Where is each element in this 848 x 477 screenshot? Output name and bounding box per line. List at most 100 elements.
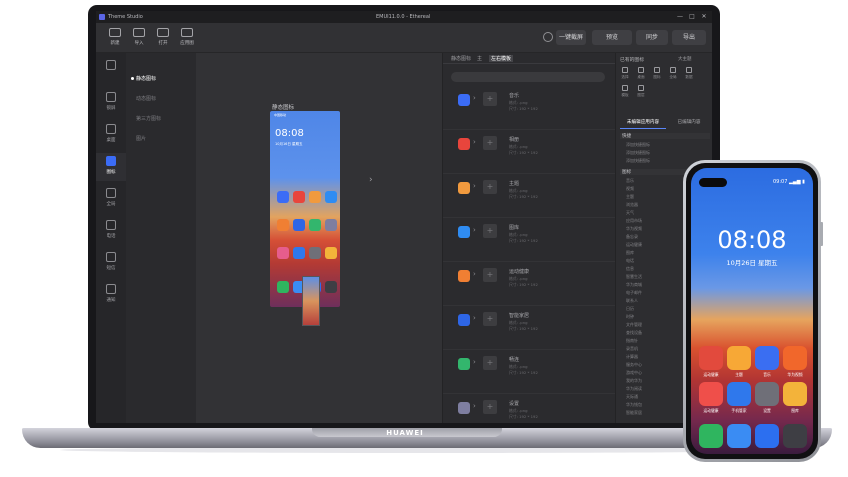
list-item[interactable]: 指南针 — [626, 338, 638, 344]
list-item[interactable]: 添加快捷图标 — [626, 150, 650, 156]
preview-dropdown[interactable]: 预览 — [592, 30, 632, 45]
props-tool[interactable]: 桌面 — [634, 67, 648, 83]
list-item[interactable]: 华为视频 — [626, 226, 642, 232]
props-tool[interactable]: 图标 — [650, 67, 664, 83]
tab-edited[interactable]: 已编辑内容 — [668, 117, 710, 129]
list-item[interactable]: 运动健康 — [626, 242, 642, 248]
list-item[interactable]: 图库 — [626, 250, 634, 256]
preview-app-icon[interactable] — [293, 191, 305, 203]
category-dynamic[interactable]: 动态图标 — [136, 95, 156, 102]
category-third-party[interactable]: 第三方图标 — [136, 115, 161, 122]
list-item[interactable]: 电子邮件 — [626, 290, 642, 296]
list-item[interactable]: 查找设备 — [626, 330, 642, 336]
screenshot-button[interactable]: 一键截屏 — [556, 30, 586, 45]
list-item[interactable]: 电话 — [626, 258, 634, 264]
props-tool[interactable]: 模板 — [618, 85, 632, 101]
rail-item-notify[interactable]: 通知 — [96, 281, 126, 309]
list-item[interactable]: 华为商城 — [626, 282, 642, 288]
preview-app-icon[interactable] — [277, 247, 289, 259]
add-slot-button[interactable]: + — [483, 312, 497, 326]
chevron-right-icon[interactable]: › — [369, 175, 373, 185]
list-item[interactable]: 视频 — [626, 186, 634, 192]
add-slot-button[interactable]: + — [483, 356, 497, 370]
list-item[interactable]: 智能家居 — [626, 410, 642, 416]
sync-button[interactable]: 同步 — [636, 30, 668, 45]
list-item[interactable]: 天际通 — [626, 394, 638, 400]
add-slot-button[interactable]: + — [483, 224, 497, 238]
preview-thumbnail[interactable] — [302, 276, 320, 326]
props-tool[interactable]: 全局 — [666, 67, 680, 83]
preview-app-icon[interactable] — [309, 219, 321, 231]
export-button[interactable]: 导出 — [672, 30, 706, 45]
tab-unedited[interactable]: 未编辑应用内容 — [620, 117, 666, 129]
settings-app-icon[interactable] — [755, 382, 779, 406]
preview-app-icon[interactable] — [309, 191, 321, 203]
list-item[interactable]: › + 图库 格式: .png 尺寸: 192 * 192 — [443, 218, 616, 262]
add-slot-button[interactable]: + — [483, 400, 497, 414]
preview-app-icon[interactable] — [277, 219, 289, 231]
preview-app-icon[interactable] — [309, 247, 321, 259]
props-tool[interactable]: 选择 — [618, 67, 632, 83]
category-image[interactable]: 图片 — [136, 135, 146, 142]
add-slot-button[interactable]: + — [483, 180, 497, 194]
list-item[interactable]: 华为钱包 — [626, 402, 642, 408]
list-item[interactable]: 添加快捷图标 — [626, 142, 650, 148]
preview-app-icon[interactable] — [325, 247, 337, 259]
list-item[interactable]: 文件管理 — [626, 322, 642, 328]
theme-app-icon[interactable] — [727, 346, 751, 370]
rail-item-global[interactable]: 全局 — [96, 185, 126, 213]
list-item[interactable]: › + 运动健康 格式: .png 尺寸: 192 * 192 — [443, 262, 616, 306]
search-input[interactable] — [451, 72, 605, 82]
rail-item-message[interactable]: 短信 — [96, 249, 126, 277]
list-item[interactable]: 计算器 — [626, 354, 638, 360]
close-button[interactable]: ✕ — [698, 11, 710, 23]
video-app-icon[interactable] — [783, 346, 807, 370]
tool-import[interactable]: 导入 — [128, 26, 150, 50]
list-item[interactable]: 录音机 — [626, 346, 638, 352]
list-item[interactable]: 添加快捷图标 — [626, 158, 650, 164]
eye-icon[interactable] — [543, 32, 553, 42]
props-tool[interactable]: 数据 — [682, 67, 696, 83]
list-item[interactable]: 时钟 — [626, 314, 634, 320]
tab-template[interactable]: 左右模板 — [489, 55, 514, 62]
category-static[interactable]: 静态图标 — [136, 75, 156, 82]
list-item[interactable]: 游戏中心 — [626, 370, 642, 376]
health-app-icon[interactable] — [699, 346, 723, 370]
list-item[interactable]: 服务中心 — [626, 362, 642, 368]
preview-app-icon[interactable] — [293, 219, 305, 231]
section-shortcuts[interactable]: 快捷 — [620, 133, 710, 139]
list-item[interactable]: › + 音乐 格式: .png 尺寸: 192 * 192 — [443, 86, 616, 130]
preview-dock-icon[interactable] — [277, 281, 289, 293]
list-item[interactable]: 信息 — [626, 266, 634, 272]
list-item[interactable]: 音乐 — [626, 178, 634, 184]
add-slot-button[interactable]: + — [483, 136, 497, 150]
phone-app-icon[interactable] — [699, 424, 723, 448]
list-item[interactable]: › + 设置 格式: .png 尺寸: 192 * 192 — [443, 394, 616, 423]
tool-apply[interactable]: 应用图 — [176, 26, 198, 50]
props-tool[interactable]: 图层 — [634, 85, 648, 101]
list-item[interactable]: › + 主题 格式: .png 尺寸: 192 * 192 — [443, 174, 616, 218]
tab-static[interactable]: 静态图标 — [451, 55, 471, 62]
minimize-button[interactable]: — — [674, 11, 686, 23]
rail-item-desktop[interactable]: 桌面 — [96, 121, 126, 149]
list-item[interactable]: 天气 — [626, 210, 634, 216]
list-item[interactable]: 主题 — [626, 194, 634, 200]
rail-item-blank[interactable] — [96, 57, 126, 85]
tab-main[interactable]: 主 — [477, 55, 482, 62]
list-item[interactable]: 应用市场 — [626, 218, 642, 224]
tool-new[interactable]: 新建 — [104, 26, 126, 50]
list-item[interactable]: › + 智能家居 格式: .png 尺寸: 192 * 192 — [443, 306, 616, 350]
preview-dock-icon[interactable] — [325, 281, 337, 293]
add-slot-button[interactable]: + — [483, 92, 497, 106]
list-item[interactable]: 智慧生活 — [626, 274, 642, 280]
list-item[interactable]: 我的华为 — [626, 378, 642, 384]
preview-app-icon[interactable] — [277, 191, 289, 203]
maximize-button[interactable]: □ — [686, 11, 698, 23]
rail-item-phone[interactable]: 电话 — [96, 217, 126, 245]
list-item[interactable]: 备忘录 — [626, 234, 638, 240]
shield-app-icon[interactable] — [727, 382, 751, 406]
list-item[interactable]: › + 相册 格式: .png 尺寸: 192 * 192 — [443, 130, 616, 174]
list-item[interactable]: › + 畅连 格式: .png 尺寸: 192 * 192 — [443, 350, 616, 394]
preview-app-icon[interactable] — [325, 219, 337, 231]
list-item[interactable]: 浏览器 — [626, 202, 638, 208]
